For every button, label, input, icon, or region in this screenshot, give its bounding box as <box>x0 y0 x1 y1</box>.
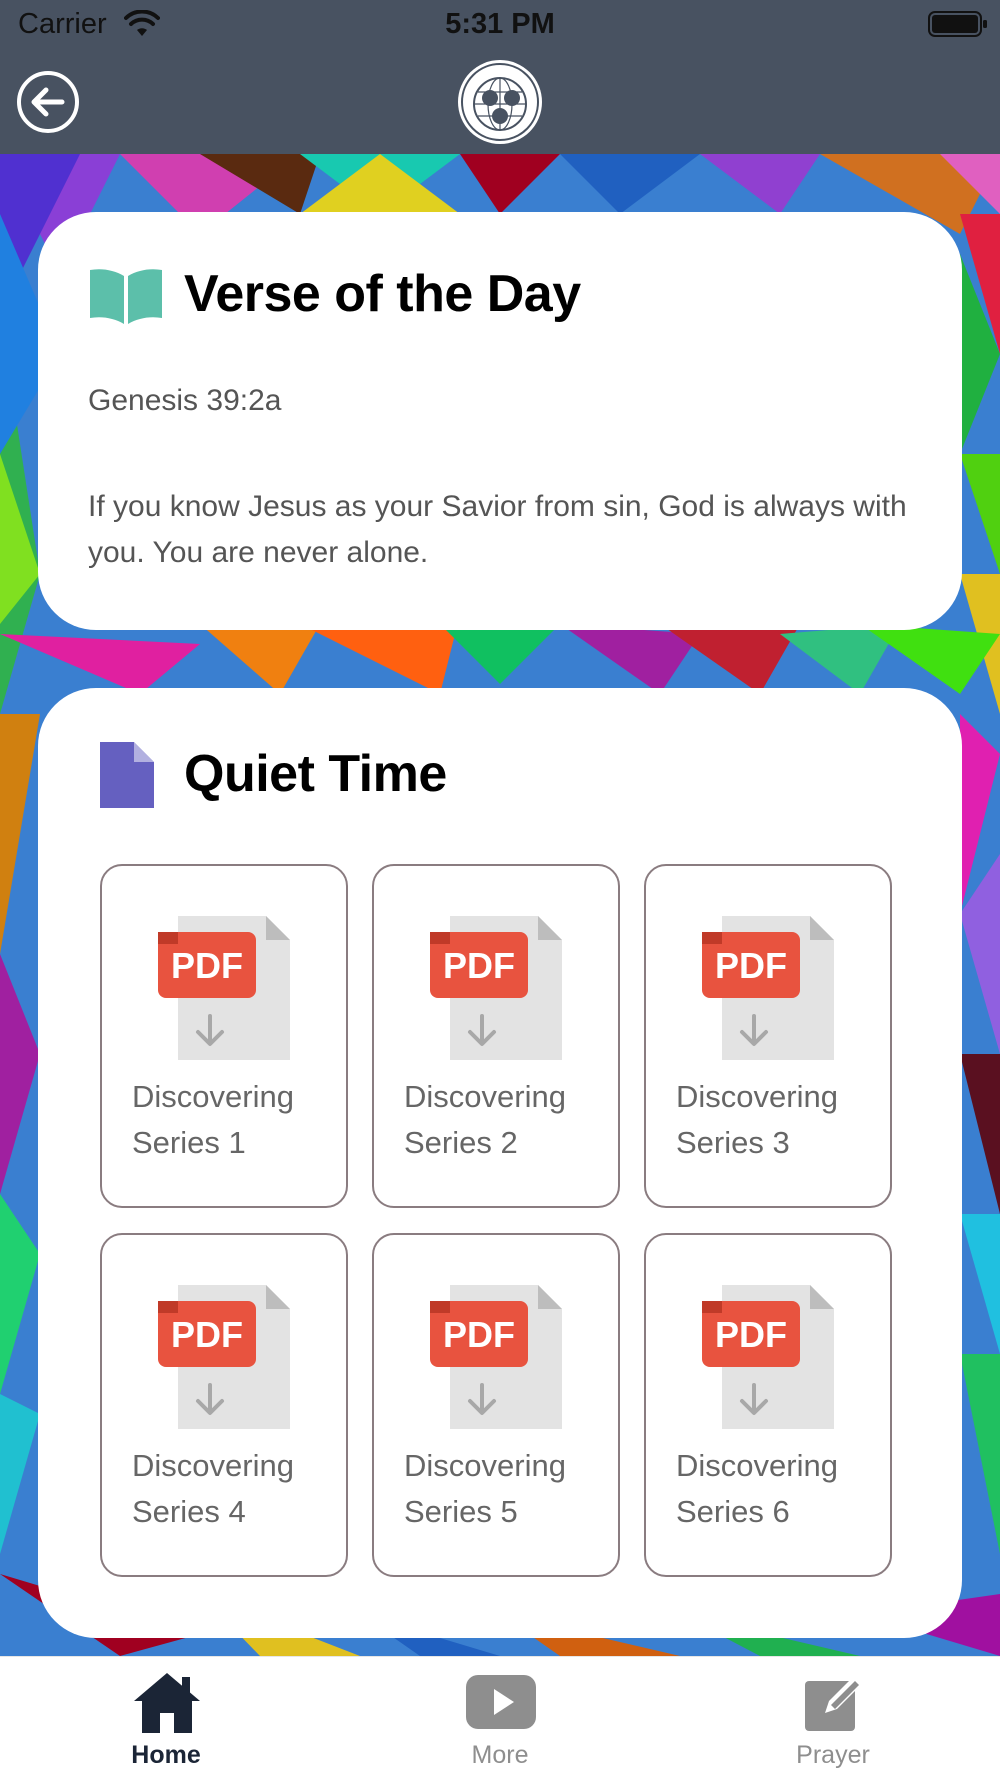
pdf-tile-label-line2: Series 5 <box>404 1494 518 1529</box>
pdf-download-icon: PDF <box>158 916 290 1060</box>
pdf-tile-label-line1: Discovering <box>404 1079 566 1114</box>
pdf-tile-label-line1: Discovering <box>676 1079 838 1114</box>
tab-prayer[interactable]: Prayer <box>733 1657 933 1778</box>
verse-of-the-day-card: Verse of the Day Genesis 39:2a If you kn… <box>38 212 962 630</box>
pdf-tile-label-line2: Series 3 <box>676 1125 790 1160</box>
pdf-tile-label-line2: Series 2 <box>404 1125 518 1160</box>
pdf-badge-text: PDF <box>171 1314 243 1355</box>
open-book-icon <box>90 269 162 324</box>
pdf-badge-text: PDF <box>171 945 243 986</box>
pdf-tile-series-5[interactable]: PDF Discovering Series 5 <box>372 1233 620 1577</box>
tab-more[interactable]: More <box>400 1657 600 1778</box>
tab-home-label: Home <box>131 1741 201 1769</box>
pdf-download-icon: PDF <box>702 1285 834 1429</box>
verse-text: If you know Jesus as your Savior from si… <box>88 490 907 569</box>
verse-card-title: Verse of the Day <box>184 265 581 323</box>
play-icon <box>466 1675 536 1729</box>
pdf-download-icon: PDF <box>430 1285 562 1429</box>
pdf-download-icon: PDF <box>430 916 562 1060</box>
pdf-tile-label-line1: Discovering <box>404 1448 566 1483</box>
pdf-tile-label: Discovering Series 5 <box>404 1443 614 1535</box>
pdf-tile-label-line2: Series 6 <box>676 1494 790 1529</box>
document-icon <box>100 742 154 808</box>
tab-home[interactable]: Home <box>66 1657 266 1778</box>
pdf-tile-series-4[interactable]: PDF Discovering Series 4 <box>100 1233 348 1577</box>
nav-bar <box>0 52 1000 154</box>
pdf-download-icon: PDF <box>702 916 834 1060</box>
quiet-time-title: Quiet Time <box>184 745 447 803</box>
verse-reference: Genesis 39:2a <box>88 384 282 417</box>
pdf-badge-text: PDF <box>715 945 787 986</box>
pdf-tile-label: Discovering Series 6 <box>676 1443 886 1535</box>
pdf-badge-text: PDF <box>443 945 515 986</box>
back-button[interactable] <box>16 70 80 134</box>
pdf-badge-text: PDF <box>715 1314 787 1355</box>
tab-prayer-label: Prayer <box>796 1741 870 1769</box>
pdf-download-icon: PDF <box>158 1285 290 1429</box>
quiet-time-card: Quiet Time PDF Discovering Series 1 PDF Disc… <box>38 688 962 1638</box>
pdf-tile-series-6[interactable]: PDF Discovering Series 6 <box>644 1233 892 1577</box>
pdf-tile-label: Discovering Series 2 <box>404 1074 614 1166</box>
edit-icon <box>805 1675 863 1731</box>
pdf-tile-label-line1: Discovering <box>132 1079 294 1114</box>
pdf-tile-label: Discovering Series 1 <box>132 1074 342 1166</box>
pdf-tile-label: Discovering Series 3 <box>676 1074 886 1166</box>
clock: 5:31 PM <box>445 8 555 40</box>
pdf-tile-label: Discovering Series 4 <box>132 1443 342 1535</box>
pdf-tile-series-1[interactable]: PDF Discovering Series 1 <box>100 864 348 1208</box>
pdf-badge-text: PDF <box>443 1314 515 1355</box>
status-bar: Carrier 5:31 PM <box>0 0 1000 52</box>
organization-logo <box>458 60 542 144</box>
tab-bar: Home More Prayer <box>0 1656 1000 1778</box>
pdf-tile-label-line1: Discovering <box>132 1448 294 1483</box>
pdf-tile-label-line2: Series 1 <box>132 1125 246 1160</box>
battery-icon <box>928 11 987 37</box>
tab-more-label: More <box>471 1741 529 1769</box>
pdf-tile-series-3[interactable]: PDF Discovering Series 3 <box>644 864 892 1208</box>
pdf-tile-series-2[interactable]: PDF Discovering Series 2 <box>372 864 620 1208</box>
pdf-tile-label-line1: Discovering <box>676 1448 838 1483</box>
home-icon <box>134 1673 200 1733</box>
pdf-tile-label-line2: Series 4 <box>132 1494 246 1529</box>
